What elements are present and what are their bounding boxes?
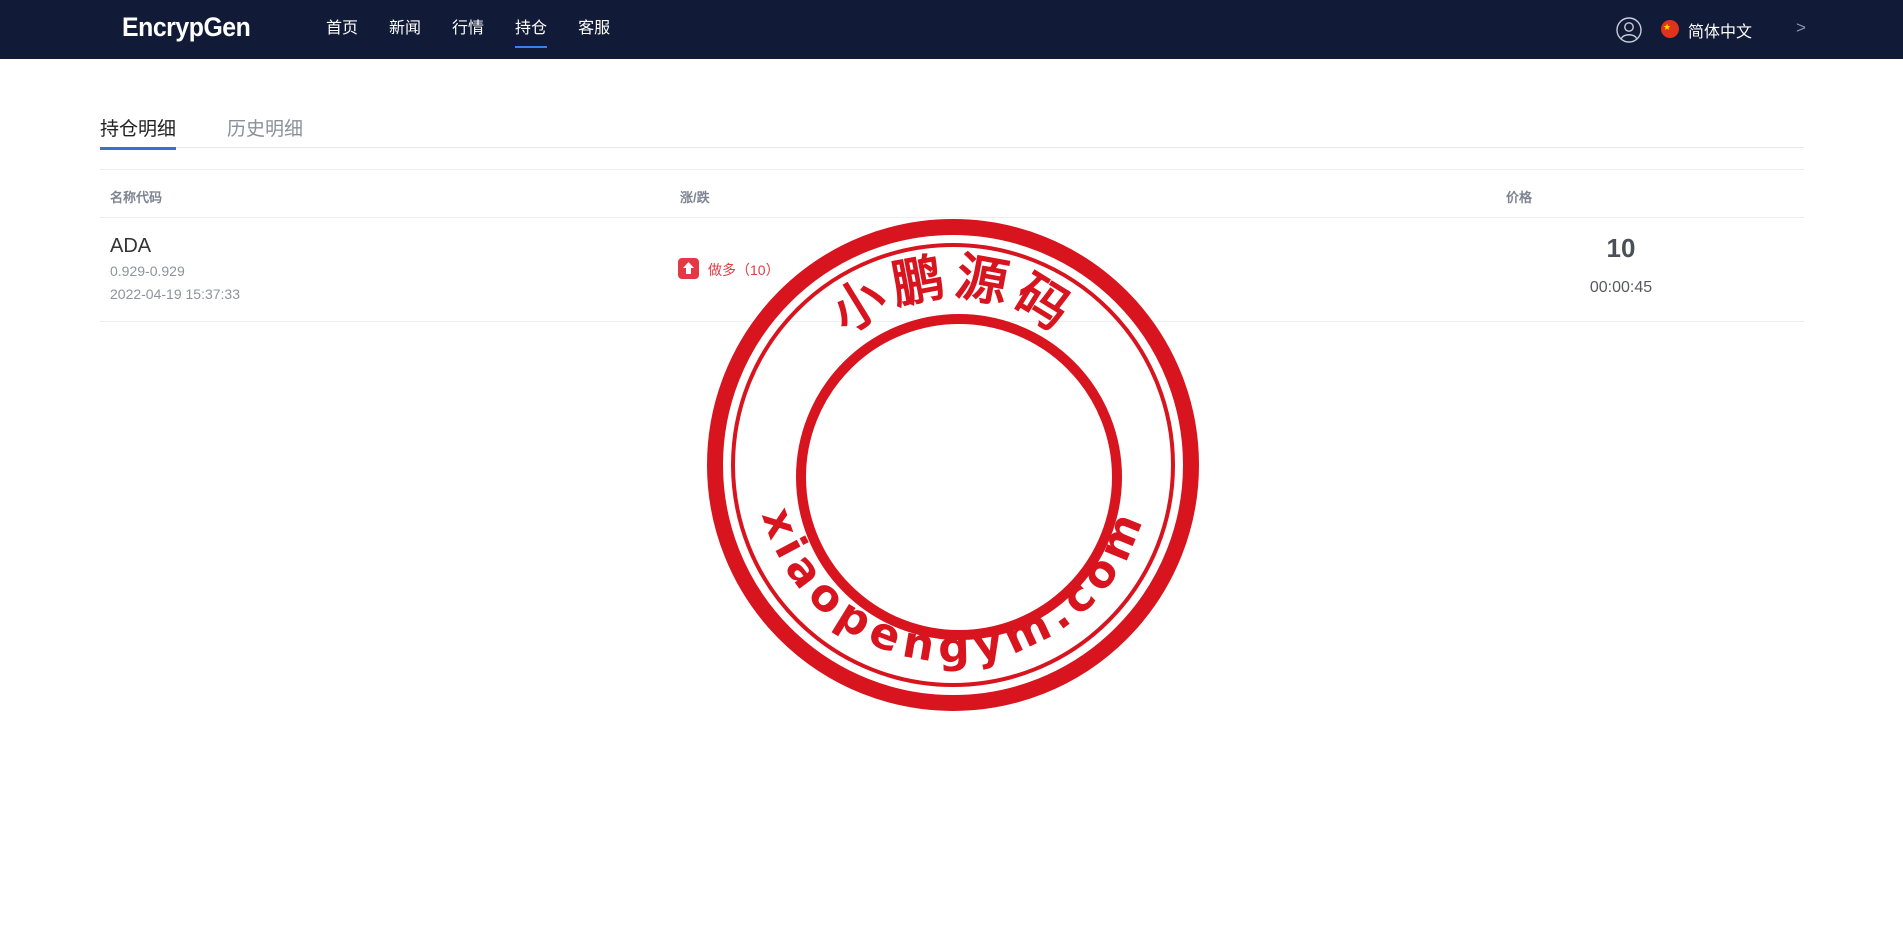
svg-text:小鹏源码: 小鹏源码 — [821, 247, 1085, 345]
tab-history[interactable]: 历史明细 — [227, 114, 303, 148]
nav-item-positions[interactable]: 持仓 — [515, 0, 548, 59]
symbol: ADA — [110, 235, 152, 257]
language-selector[interactable]: 简体中文 — [1688, 18, 1752, 42]
countdown-timer: 00:00:45 — [1589, 279, 1653, 296]
user-icon[interactable] — [1616, 17, 1642, 43]
price-value: 10 — [1606, 233, 1636, 263]
logo[interactable]: EncrypGen — [122, 12, 251, 43]
nav-item-market[interactable]: 行情 — [452, 0, 484, 59]
open-time: 2022-04-19 15:37:33 — [110, 286, 240, 302]
price-range: 0.929-0.929 — [110, 263, 185, 279]
nav-item-support[interactable]: 客服 — [578, 0, 610, 59]
column-header-price: 价格 — [1506, 190, 1533, 205]
china-flag-icon: ★ — [1661, 20, 1679, 38]
table-header: 名称代码 涨/跌 价格 — [100, 169, 1804, 218]
main-nav: 首页 新闻 行情 持仓 客服 — [326, 0, 641, 59]
column-header-change: 涨/跌 — [680, 190, 710, 205]
chevron-right-icon[interactable]: > — [1796, 18, 1806, 38]
tab-current-positions[interactable]: 持仓明细 — [100, 114, 177, 150]
stamp-top-text: 小鹏源码 — [821, 247, 1079, 345]
top-navbar: EncrypGen 首页 新闻 行情 持仓 客服 ★ 简体中文 > — [0, 0, 1903, 59]
nav-item-news[interactable]: 新闻 — [389, 0, 421, 59]
tab-bar: 持仓明细 历史明细 — [100, 112, 1804, 150]
watermark-stamp: 小鹏源码 xiaopengym.com — [707, 219, 1199, 711]
arrow-up-icon — [678, 258, 699, 279]
column-header-name: 名称代码 — [110, 190, 163, 205]
nav-item-home[interactable]: 首页 — [326, 0, 358, 59]
